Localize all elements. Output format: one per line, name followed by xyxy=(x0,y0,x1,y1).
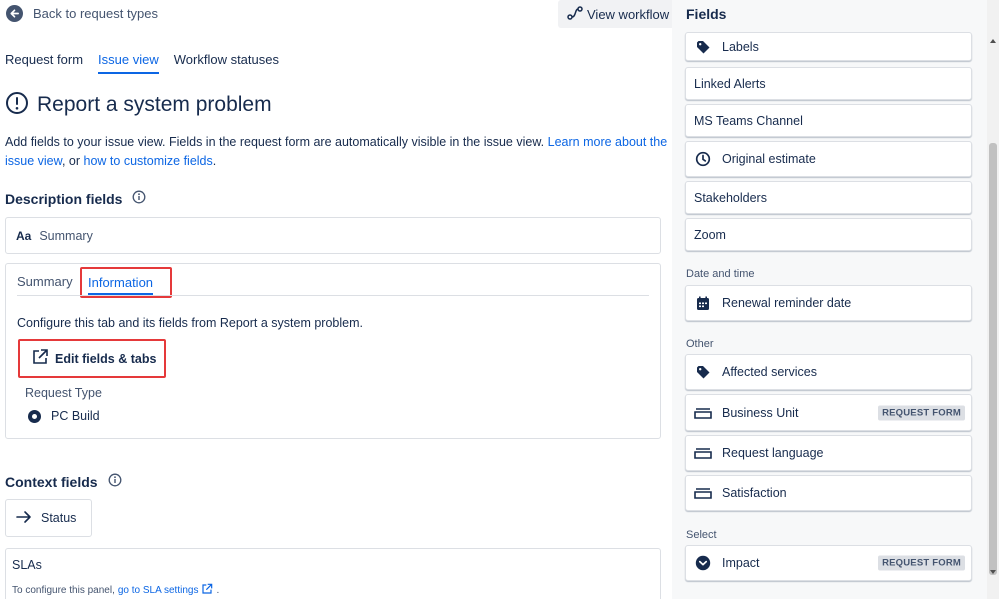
field-label: Impact xyxy=(722,556,760,570)
warning-circle-icon xyxy=(5,91,29,118)
scrollbar-thumb[interactable] xyxy=(989,143,997,575)
issue-view-editor: Back to request types View workflow Requ… xyxy=(0,0,672,599)
tabs-panel: Summary Information Configure this tab a… xyxy=(5,263,661,439)
field-label: Request language xyxy=(722,446,824,460)
sla-settings-link[interactable]: go to SLA settings xyxy=(118,585,199,596)
request-form-badge: REQUEST FORM xyxy=(878,405,965,420)
group-label-other: Other xyxy=(686,338,714,350)
slas-desc-text: To configure this panel, xyxy=(12,585,115,596)
field-card-labels[interactable]: Labels xyxy=(685,32,972,61)
intro-end: . xyxy=(212,154,217,168)
text-field-icon: Aa xyxy=(16,228,32,243)
info-icon[interactable] xyxy=(108,473,122,490)
sidebar-scrollbar[interactable] xyxy=(987,0,999,599)
field-label: MS Teams Channel xyxy=(694,113,803,128)
context-fields-heading: Context fields xyxy=(5,473,122,490)
slas-title: SLAs xyxy=(12,558,42,572)
calendar-icon xyxy=(694,294,712,312)
field-label: Stakeholders xyxy=(694,190,767,205)
customize-fields-link[interactable]: how to customize fields xyxy=(84,154,213,168)
summary-field-label: Summary xyxy=(39,228,93,243)
arrow-left-icon xyxy=(6,5,23,22)
field-label: Business Unit xyxy=(722,405,799,420)
panel-tab-bar: Summary xyxy=(17,274,73,295)
tab-request-form[interactable]: Request form xyxy=(5,52,83,74)
description-fields-title: Description fields xyxy=(5,190,123,207)
status-field-label: Status xyxy=(41,511,77,525)
field-label: Original estimate xyxy=(722,152,816,166)
tab-issue-view[interactable]: Issue view xyxy=(98,52,159,74)
page-title: Report a system problem xyxy=(37,92,272,116)
slas-desc-end: . xyxy=(216,585,220,596)
sidebar-title: Fields xyxy=(686,6,727,22)
panel-tab-information[interactable]: Information xyxy=(80,267,172,298)
request-type-option: PC Build xyxy=(28,409,100,423)
field-card-impact[interactable]: Impact REQUEST FORM xyxy=(685,545,972,581)
panel-tab-summary[interactable]: Summary xyxy=(17,274,73,295)
external-link-icon[interactable] xyxy=(201,583,213,598)
description-fields-heading: Description fields xyxy=(5,190,146,207)
field-card-ms-teams-channel[interactable]: MS Teams Channel xyxy=(685,104,972,137)
back-link[interactable]: Back to request types xyxy=(6,5,158,22)
field-label: Linked Alerts xyxy=(694,76,766,91)
intro-sentence: Add fields to your issue view. Fields in… xyxy=(5,135,545,149)
group-label-select: Select xyxy=(686,529,717,541)
field-card-renewal-reminder-date[interactable]: Renewal reminder date xyxy=(685,285,972,321)
textfield-icon xyxy=(694,484,712,502)
panel-tab-information-label: Information xyxy=(88,275,154,295)
request-type-value: PC Build xyxy=(51,409,100,423)
chevron-circle-icon xyxy=(694,554,712,572)
status-field-row[interactable]: Status xyxy=(5,499,92,537)
fields-sidebar: Fields Labels Linked Alerts MS Teams Cha… xyxy=(672,0,999,599)
tag-icon xyxy=(694,363,712,381)
textfield-icon xyxy=(694,444,712,462)
tag-icon xyxy=(694,38,712,56)
view-workflow-button[interactable]: View workflow xyxy=(558,0,672,28)
slas-panel: SLAs To configure this panel, go to SLA … xyxy=(5,548,661,599)
request-type-label: Request Type xyxy=(25,386,102,400)
external-link-icon xyxy=(31,348,49,369)
field-label: Labels xyxy=(722,39,759,54)
field-card-original-estimate[interactable]: Original estimate xyxy=(685,141,972,177)
intro-text: Add fields to your issue view. Fields in… xyxy=(5,133,670,171)
textfield-icon xyxy=(694,404,712,422)
page-title-row: Report a system problem xyxy=(5,91,272,118)
field-card-zoom[interactable]: Zoom xyxy=(685,218,972,251)
clock-icon xyxy=(694,150,712,168)
field-label: Renewal reminder date xyxy=(722,296,852,310)
field-card-request-language[interactable]: Request language xyxy=(685,435,972,471)
field-card-affected-services[interactable]: Affected services xyxy=(685,354,972,390)
edit-fields-tabs-label: Edit fields & tabs xyxy=(55,351,157,366)
field-card-linked-alerts[interactable]: Linked Alerts xyxy=(685,67,972,100)
radio-selected-icon xyxy=(28,409,41,423)
field-card-stakeholders[interactable]: Stakeholders xyxy=(685,181,972,214)
field-label: Satisfaction xyxy=(722,486,787,500)
field-label: Affected services xyxy=(722,365,817,379)
tab-workflow-statuses[interactable]: Workflow statuses xyxy=(174,52,279,74)
arrow-right-icon xyxy=(16,510,32,527)
info-icon[interactable] xyxy=(132,190,146,207)
edit-fields-tabs-button[interactable]: Edit fields & tabs xyxy=(18,339,166,378)
tab-bar: Request form Issue view Workflow statuse… xyxy=(5,52,279,74)
tab-divider xyxy=(17,295,649,296)
group-label-date-time: Date and time xyxy=(686,268,755,280)
summary-field-row[interactable]: Aa Summary xyxy=(5,217,661,254)
field-card-business-unit[interactable]: Business Unit REQUEST FORM xyxy=(685,394,972,431)
view-workflow-label: View workflow xyxy=(587,6,670,22)
panel-description: Configure this tab and its fields from R… xyxy=(17,316,363,330)
intro-or: , or xyxy=(61,154,81,168)
field-label: Zoom xyxy=(694,227,726,242)
request-form-badge: REQUEST FORM xyxy=(878,555,965,571)
scroll-up-arrow-icon[interactable] xyxy=(990,39,996,43)
field-card-satisfaction[interactable]: Satisfaction xyxy=(685,475,972,511)
workflow-icon xyxy=(567,5,583,23)
back-link-label: Back to request types xyxy=(33,6,159,21)
context-fields-title: Context fields xyxy=(5,473,98,490)
slas-description: To configure this panel, go to SLA setti… xyxy=(12,583,219,598)
scroll-down-arrow-icon[interactable] xyxy=(990,570,996,574)
